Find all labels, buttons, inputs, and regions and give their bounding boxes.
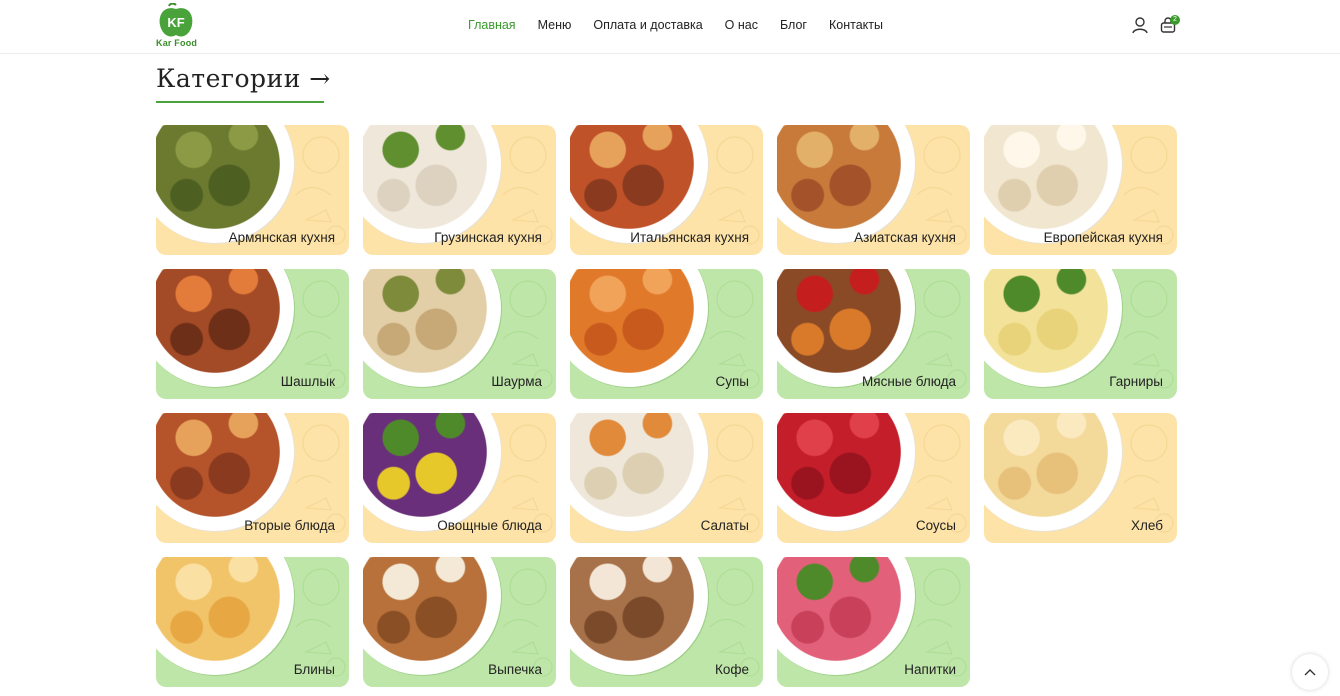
category-label: Европейская кухня <box>1043 230 1163 245</box>
category-label: Супы <box>715 374 749 389</box>
category-label: Итальянская кухня <box>630 230 749 245</box>
category-card[interactable]: Вторые блюда <box>156 413 349 543</box>
category-card[interactable]: Соусы <box>777 413 970 543</box>
category-label: Овощные блюда <box>437 518 542 533</box>
category-card[interactable]: Супы <box>570 269 763 399</box>
category-card[interactable]: Шаурма <box>363 269 556 399</box>
scroll-to-top-button[interactable] <box>1292 654 1328 690</box>
category-card[interactable]: Напитки <box>777 557 970 687</box>
logo-mark: KF <box>167 15 184 30</box>
category-label: Блины <box>293 662 335 677</box>
main-nav: Главная Меню Оплата и доставка О нас Бло… <box>468 18 883 32</box>
nav-item-about[interactable]: О нас <box>725 18 758 32</box>
category-card[interactable]: Шашлык <box>156 269 349 399</box>
category-label: Азиатская кухня <box>854 230 956 245</box>
user-icon[interactable] <box>1131 16 1149 34</box>
category-card[interactable]: Гарниры <box>984 269 1177 399</box>
section-header: Категории → <box>156 64 330 103</box>
category-label: Соусы <box>915 518 956 533</box>
category-grid: Армянская кухня Грузинская кухня Итальянск… <box>156 125 1177 687</box>
category-label: Кофе <box>715 662 749 677</box>
category-label: Грузинская кухня <box>434 230 542 245</box>
cart-count-badge: 2 <box>1170 15 1180 25</box>
category-card[interactable]: Выпечка <box>363 557 556 687</box>
nav-item-payment-delivery[interactable]: Оплата и доставка <box>593 18 702 32</box>
nav-item-contacts[interactable]: Контакты <box>829 18 883 32</box>
category-label: Армянская кухня <box>228 230 335 245</box>
category-label: Вторые блюда <box>244 518 335 533</box>
site-header: KF Kar Food Главная Меню Оплата и достав… <box>0 0 1340 54</box>
category-card[interactable]: Европейская кухня <box>984 125 1177 255</box>
category-label: Шаурма <box>491 374 542 389</box>
category-label: Напитки <box>904 662 956 677</box>
category-card[interactable]: Армянская кухня <box>156 125 349 255</box>
page-title[interactable]: Категории → <box>156 64 330 93</box>
nav-item-home[interactable]: Главная <box>468 18 516 32</box>
category-label: Выпечка <box>488 662 542 677</box>
nav-item-menu[interactable]: Меню <box>538 18 572 32</box>
category-label: Салаты <box>700 518 749 533</box>
nav-item-blog[interactable]: Блог <box>780 18 807 32</box>
category-card[interactable]: Грузинская кухня <box>363 125 556 255</box>
category-label: Гарниры <box>1109 374 1163 389</box>
category-card[interactable]: Овощные блюда <box>363 413 556 543</box>
category-label: Хлеб <box>1131 518 1163 533</box>
category-card[interactable]: Кофе <box>570 557 763 687</box>
category-label: Шашлык <box>280 374 335 389</box>
category-card[interactable]: Салаты <box>570 413 763 543</box>
chevron-up-icon <box>1304 663 1316 681</box>
category-card[interactable]: Итальянская кухня <box>570 125 763 255</box>
category-card[interactable]: Мясные блюда <box>777 269 970 399</box>
category-label: Мясные блюда <box>862 374 956 389</box>
category-card[interactable]: Хлеб <box>984 413 1177 543</box>
category-card[interactable]: Азиатская кухня <box>777 125 970 255</box>
category-card[interactable]: Блины <box>156 557 349 687</box>
logo-text: Kar Food <box>156 38 198 48</box>
